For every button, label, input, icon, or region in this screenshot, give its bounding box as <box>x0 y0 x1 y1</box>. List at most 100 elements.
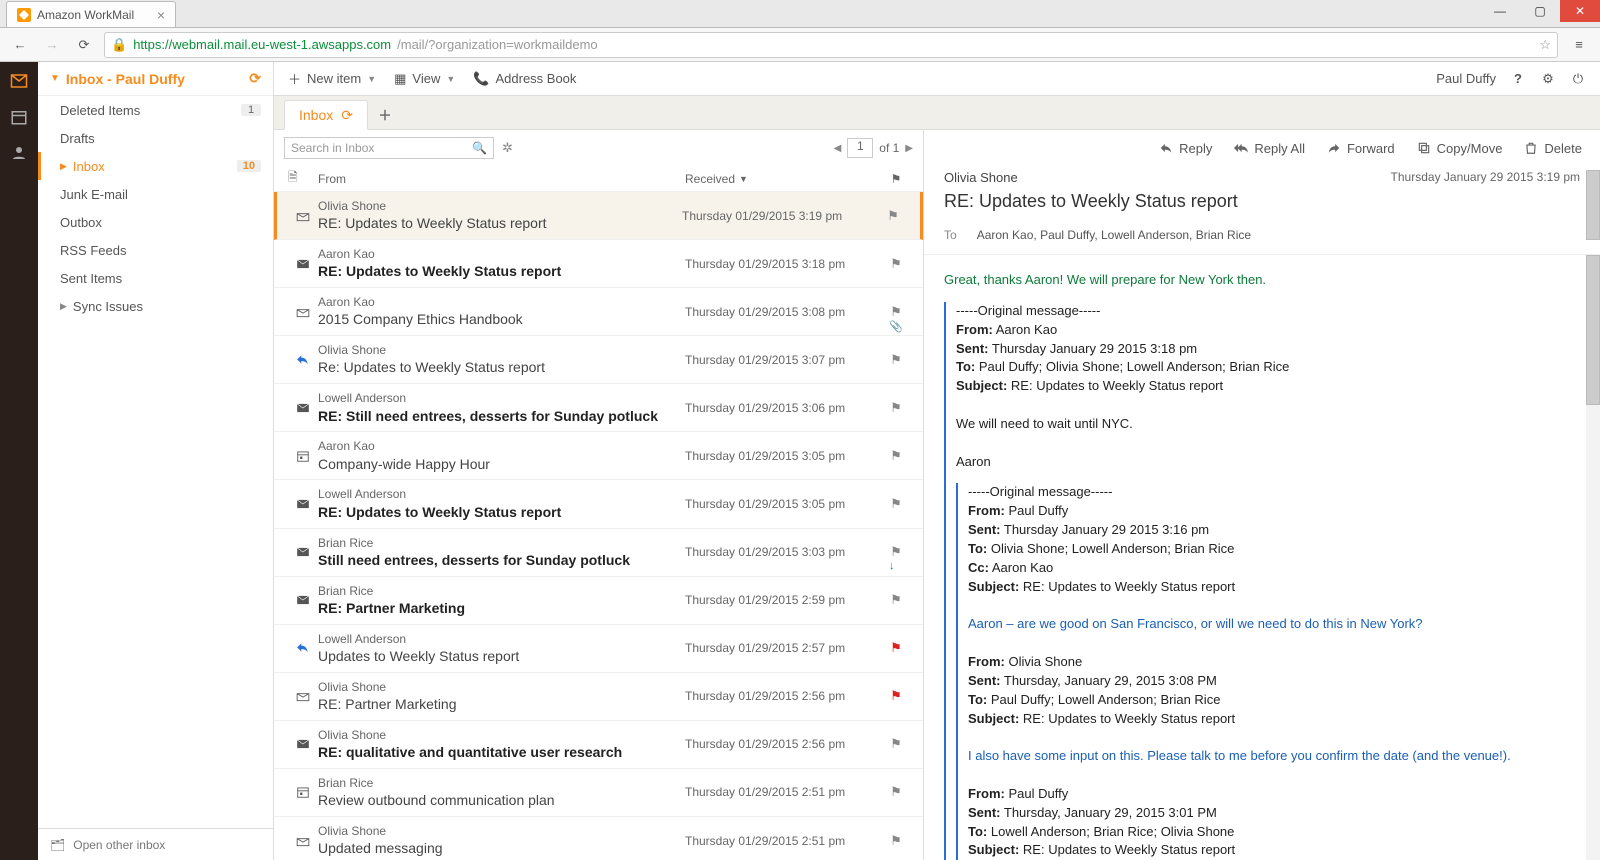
message-subject: RE: Partner Marketing <box>318 599 685 618</box>
browser-tab[interactable]: Amazon WorkMail × <box>6 1 176 27</box>
address-book-button[interactable]: 📞 Address Book <box>473 71 576 87</box>
flag-icon[interactable]: ⚑ <box>883 352 909 368</box>
body-line: Great, thanks Aaron! We will prepare for… <box>944 271 1562 290</box>
message-subject: RE: Still need entrees, desserts for Sun… <box>318 407 685 426</box>
message-from: Brian Rice <box>318 583 685 599</box>
message-row[interactable]: Brian RiceRE: Partner MarketingThursday … <box>274 577 923 625</box>
col-received[interactable]: Received▼ <box>685 172 883 186</box>
message-date: Thursday 01/29/2015 3:05 pm <box>685 497 883 511</box>
message-row[interactable]: Olivia ShoneRE: Updates to Weekly Status… <box>274 192 923 240</box>
preview-to: Aaron Kao, Paul Duffy, Lowell Anderson, … <box>977 228 1251 242</box>
rail-mail-icon[interactable] <box>8 70 30 92</box>
tab-title: Amazon WorkMail <box>37 8 134 22</box>
gear-icon[interactable]: ⚙ <box>1540 71 1556 87</box>
flag-icon[interactable]: ⚑📎 <box>883 304 909 320</box>
close-tab-icon[interactable]: × <box>157 7 165 23</box>
view-button[interactable]: ▦ View ▼ <box>394 71 455 87</box>
folder-item[interactable]: Outbox <box>38 208 273 236</box>
search-input[interactable]: Search in Inbox 🔍 <box>284 137 494 159</box>
message-row[interactable]: Lowell AndersonUpdates to Weekly Status … <box>274 625 923 673</box>
message-row[interactable]: Brian RiceReview outbound communication … <box>274 769 923 817</box>
message-type-icon <box>288 209 318 223</box>
message-row[interactable]: Olivia ShoneUpdated messagingThursday 01… <box>274 817 923 860</box>
message-from: Aaron Kao <box>318 438 685 454</box>
flag-icon[interactable]: ⚑ <box>883 833 909 849</box>
scrollbar-thumb[interactable] <box>1586 170 1600 240</box>
search-placeholder: Search in Inbox <box>291 141 374 155</box>
folder-item[interactable]: Junk E-mail <box>38 180 273 208</box>
refresh-icon[interactable]: ⟳ <box>249 70 261 87</box>
flag-icon[interactable]: ⚑ <box>883 592 909 608</box>
window-minimize-button[interactable]: — <box>1480 0 1520 22</box>
rail-calendar-icon[interactable] <box>8 106 30 128</box>
message-row[interactable]: Lowell AndersonRE: Updates to Weekly Sta… <box>274 480 923 528</box>
message-from: Olivia Shone <box>318 342 685 358</box>
page-prev-icon[interactable]: ◀ <box>834 143 842 154</box>
folder-label: Sent Items <box>60 271 122 286</box>
folder-item[interactable]: ▶Inbox10 <box>38 152 273 180</box>
delete-button[interactable]: Delete <box>1524 141 1582 156</box>
flag-icon[interactable]: ⚑ <box>883 496 909 512</box>
back-button[interactable]: ← <box>8 33 32 57</box>
flag-icon[interactable]: ⚑ <box>883 736 909 752</box>
folder-item[interactable]: Sent Items <box>38 264 273 292</box>
inbox-tab[interactable]: Inbox ⟳ <box>284 100 368 130</box>
folder-label: RSS Feeds <box>60 243 126 258</box>
col-from[interactable]: From <box>318 172 685 186</box>
flag-icon[interactable]: ⚑ <box>883 688 909 704</box>
new-item-button[interactable]: ＋ New item ▼ <box>288 69 376 88</box>
refresh-icon[interactable]: ⟳ <box>341 107 353 124</box>
message-row[interactable]: Aaron KaoRE: Updates to Weekly Status re… <box>274 240 923 288</box>
message-subject: Updated messaging <box>318 839 685 858</box>
flag-icon[interactable]: ⚑ <box>883 256 909 272</box>
flag-icon[interactable]: ⚑ <box>883 400 909 416</box>
chrome-menu-button[interactable]: ≡ <box>1566 32 1592 58</box>
reading-pane: Reply Reply All Forward Copy/Move Delete… <box>924 130 1600 860</box>
flag-icon[interactable]: ⚑ <box>883 640 909 656</box>
window-close-button[interactable]: ✕ <box>1560 0 1600 22</box>
search-options-icon[interactable]: ✲ <box>502 140 513 156</box>
doc-icon[interactable]: 🗎 <box>288 168 318 189</box>
forward-button[interactable]: Forward <box>1327 141 1395 156</box>
message-row[interactable]: Aaron KaoCompany-wide Happy HourThursday… <box>274 432 923 480</box>
message-from: Lowell Anderson <box>318 390 685 406</box>
folder-item[interactable]: ▶Sync Issues <box>38 292 273 320</box>
flag-icon[interactable]: ⚑ <box>880 208 906 224</box>
rail-contacts-icon[interactable] <box>8 142 30 164</box>
message-type-icon <box>288 785 318 799</box>
body-scrollbar-thumb[interactable] <box>1586 255 1600 405</box>
power-icon[interactable]: ⏻ <box>1570 71 1586 87</box>
message-list: Olivia Shone RE: Updates to Weekly Status… <box>274 192 923 860</box>
url-input[interactable]: 🔒 https://webmail.mail.eu-west-1.awsapps… <box>104 32 1558 58</box>
flag-icon[interactable]: ⚑↓ <box>883 544 909 560</box>
message-row[interactable]: Aaron Kao2015 Company Ethics HandbookThu… <box>274 288 923 336</box>
message-row[interactable]: Lowell AndersonRE: Still need entrees, d… <box>274 384 923 432</box>
folder-header[interactable]: ▼ Inbox - Paul Duffy ⟳ <box>38 62 273 96</box>
message-subject: RE: Updates to Weekly Status report <box>318 503 685 522</box>
folder-item[interactable]: RSS Feeds <box>38 236 273 264</box>
flag-icon[interactable]: ⚑ <box>883 784 909 800</box>
flag-icon[interactable]: ⚑ <box>883 448 909 464</box>
message-row[interactable]: Olivia ShoneRE: Partner MarketingThursda… <box>274 673 923 721</box>
search-icon[interactable]: 🔍 <box>472 141 487 155</box>
message-row[interactable]: Brian Rice Still need entrees, desserts … <box>274 529 923 577</box>
help-icon[interactable]: ? <box>1510 71 1526 87</box>
bookmark-star-icon[interactable]: ☆ <box>1539 37 1551 53</box>
message-date: Thursday 01/29/2015 3:19 pm <box>682 209 880 223</box>
reply-button[interactable]: Reply <box>1159 141 1212 156</box>
page-next-icon[interactable]: ▶ <box>905 143 913 154</box>
copy-move-button[interactable]: Copy/Move <box>1417 141 1503 156</box>
col-flag-icon[interactable]: ⚑ <box>883 172 909 186</box>
url-path: /mail/?organization=workmaildemo <box>397 37 598 52</box>
message-row[interactable]: Olivia ShoneRE: qualitative and quantita… <box>274 721 923 769</box>
window-maximize-button[interactable]: ▢ <box>1520 0 1560 22</box>
reload-button[interactable]: ⟳ <box>72 33 96 57</box>
folder-item[interactable]: Deleted Items1 <box>38 96 273 124</box>
forward-button[interactable]: → <box>40 33 64 57</box>
open-other-inbox[interactable]: 🗂 Open other inbox <box>38 828 273 860</box>
page-number[interactable]: 1 <box>847 138 873 158</box>
add-tab-button[interactable]: ＋ <box>370 99 400 129</box>
reply-all-button[interactable]: Reply All <box>1234 141 1305 156</box>
folder-item[interactable]: Drafts <box>38 124 273 152</box>
message-row[interactable]: Olivia ShoneRe: Updates to Weekly Status… <box>274 336 923 384</box>
